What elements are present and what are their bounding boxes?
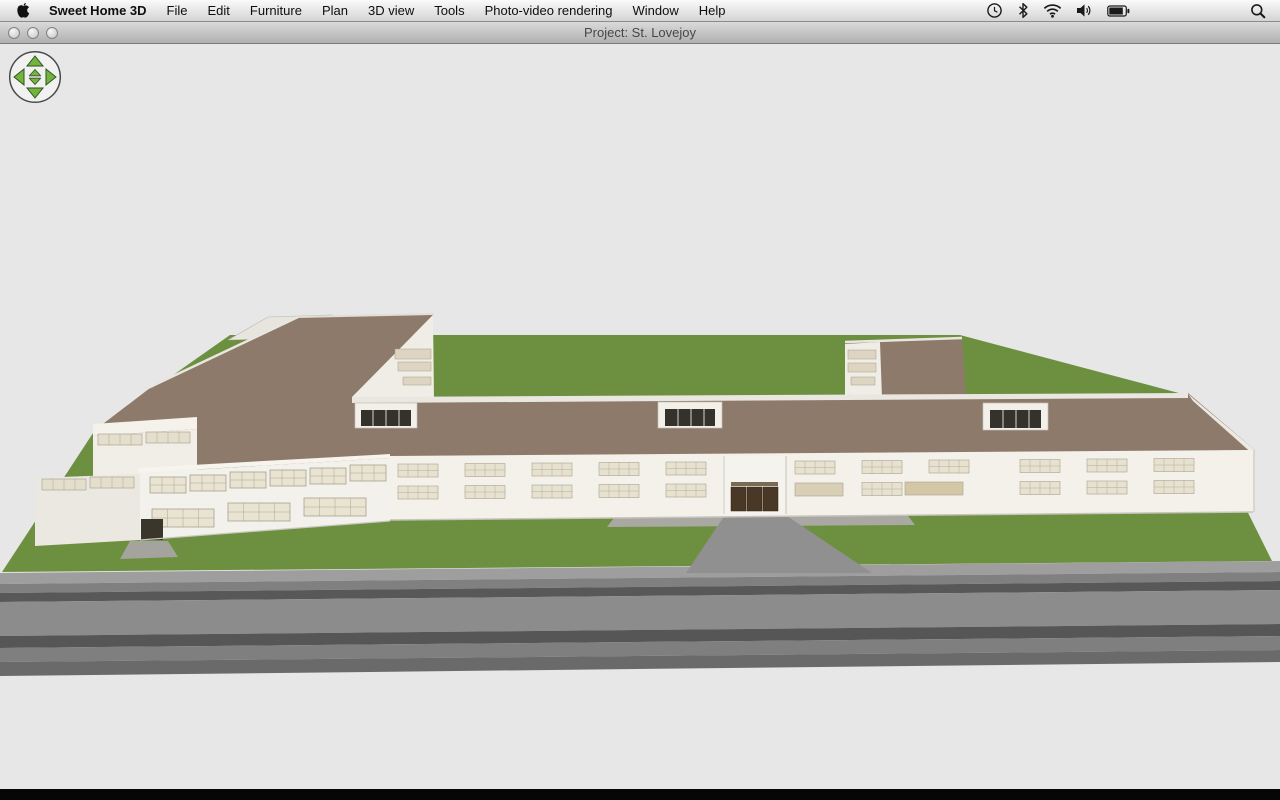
menu-furniture[interactable]: Furniture [240, 3, 312, 18]
entrance-door [763, 487, 778, 511]
apple-logo-icon [16, 2, 31, 19]
camera-navigation-compass[interactable] [8, 50, 62, 104]
menubar-status-area [986, 2, 1274, 19]
roof-porch-3 [983, 403, 1048, 430]
zoom-button[interactable] [46, 27, 58, 39]
menu-photo-video-rendering[interactable]: Photo-video rendering [475, 3, 623, 18]
roof-porch-1 [355, 403, 417, 428]
menu-help[interactable]: Help [689, 3, 736, 18]
main-entrance [724, 456, 786, 514]
menu-file[interactable]: File [157, 3, 198, 18]
desktop-edge [0, 789, 1280, 800]
wifi-icon[interactable] [1043, 3, 1062, 18]
menu-edit[interactable]: Edit [198, 3, 240, 18]
left-entrance-door [141, 519, 163, 540]
compass-center-bar [29, 76, 41, 78]
street [0, 561, 1280, 676]
wall-mural [795, 483, 843, 496]
roof-porch-2 [658, 402, 722, 428]
entrance-door [747, 487, 762, 511]
window-titlebar[interactable]: Project: St. Lovejoy [0, 22, 1280, 44]
menu-plan[interactable]: Plan [312, 3, 358, 18]
battery-icon[interactable] [1107, 5, 1130, 17]
apple-menu[interactable] [16, 2, 31, 19]
bluetooth-icon[interactable] [1017, 2, 1029, 19]
volume-icon[interactable] [1076, 3, 1093, 18]
desktop: Sweet Home 3D File Edit Furniture Plan 3… [0, 0, 1280, 800]
3d-scene[interactable] [0, 44, 1280, 789]
3d-viewport[interactable] [0, 44, 1280, 789]
close-button[interactable] [8, 27, 20, 39]
entrance-door [731, 487, 746, 511]
minimize-button[interactable] [27, 27, 39, 39]
menubar: Sweet Home 3D File Edit Furniture Plan 3… [0, 0, 1280, 22]
menu-3d-view[interactable]: 3D view [358, 3, 424, 18]
app-menu-title[interactable]: Sweet Home 3D [39, 3, 157, 18]
window-controls [8, 27, 58, 39]
clock-icon[interactable] [986, 2, 1003, 19]
spotlight-icon[interactable] [1250, 3, 1266, 19]
wall-mural [905, 482, 963, 495]
menu-tools[interactable]: Tools [424, 3, 474, 18]
window-title: Project: St. Lovejoy [0, 25, 1280, 40]
menu-window[interactable]: Window [623, 3, 689, 18]
